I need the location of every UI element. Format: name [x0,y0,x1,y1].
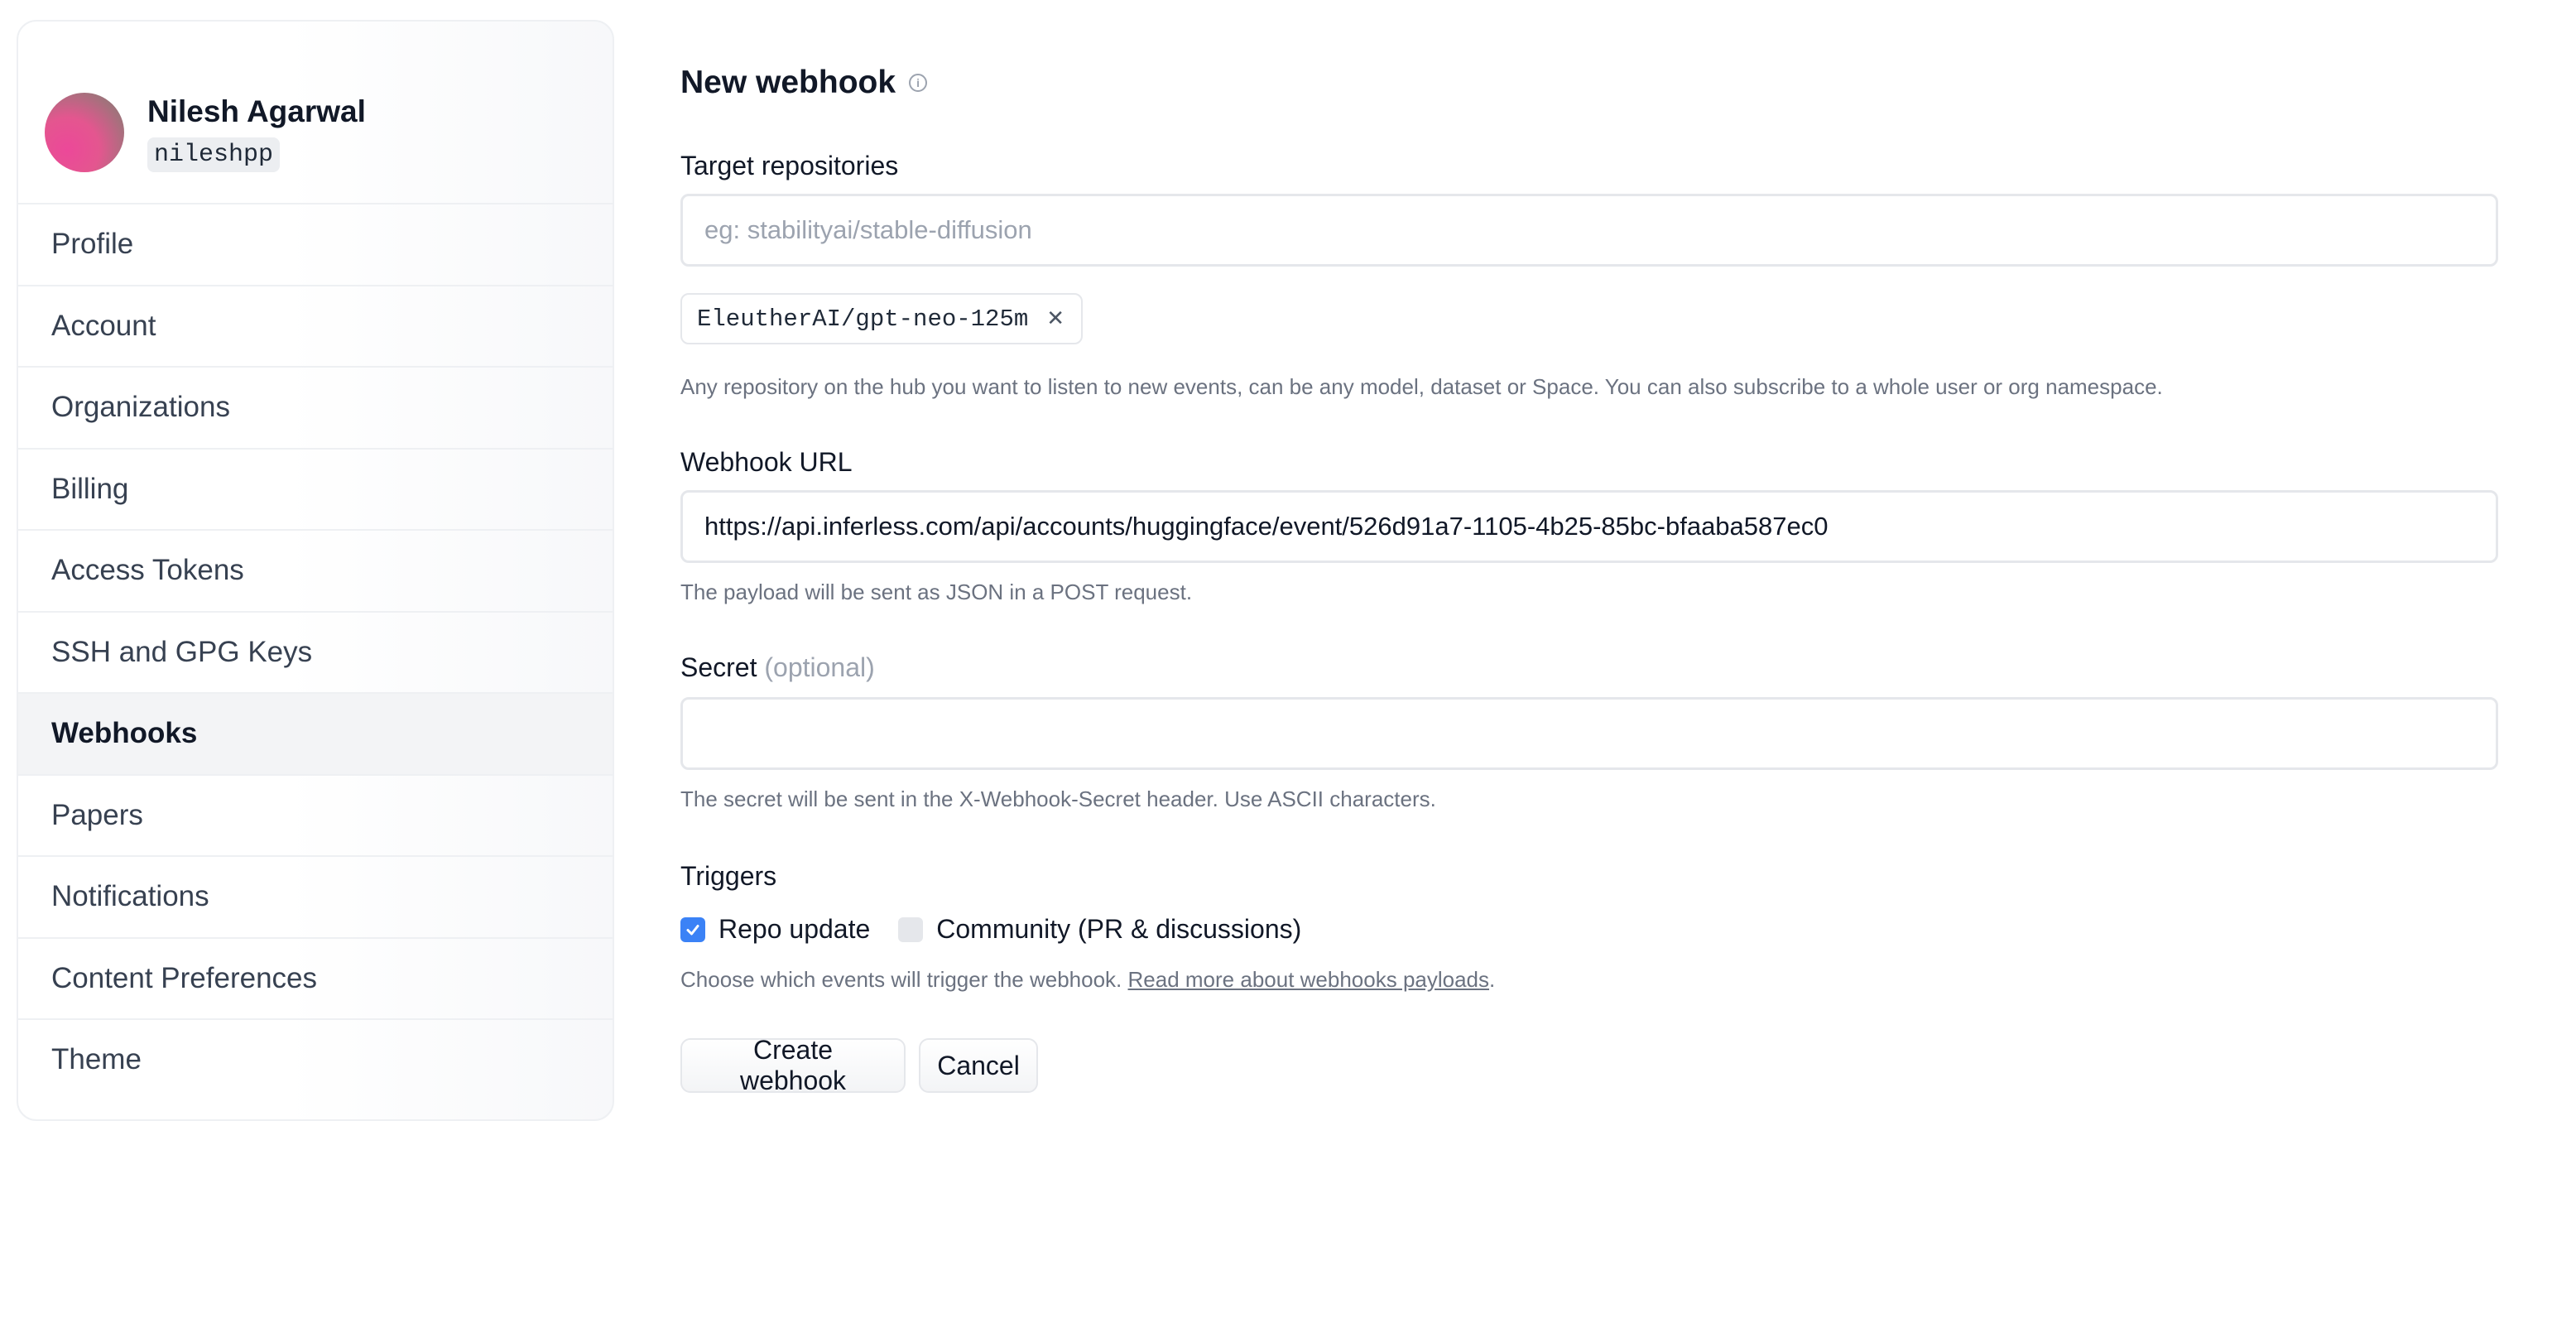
avatar[interactable] [45,93,124,172]
community-checkbox[interactable] [898,916,924,942]
target-repositories-help: Any repository on the hub you want to li… [680,374,2163,399]
webhooks-payloads-link[interactable]: Read more about webhooks payloads [1128,967,1490,992]
info-icon[interactable]: i [909,74,928,92]
triggers-help: Choose which events will trigger the web… [680,967,1495,993]
triggers-help-text: Choose which events will trigger the web… [680,967,1128,992]
webhook-url-label: Webhook URL [680,447,853,477]
repo-update-label[interactable]: Repo update [718,914,870,945]
page-title: New webhook i [680,65,928,101]
sidebar-item-profile[interactable]: Profile [18,203,613,285]
sidebar-item-access-tokens[interactable]: Access Tokens [18,529,613,611]
secret-label: Secret (optional) [680,652,875,683]
settings-nav: Profile Account Organizations Billing Ac… [18,203,613,1100]
user-card: Nilesh Agarwal nileshpp [45,71,591,174]
sidebar-item-notifications[interactable]: Notifications [18,855,613,937]
sidebar-item-ssh-gpg-keys[interactable]: SSH and GPG Keys [18,610,613,693]
sidebar-item-billing[interactable]: Billing [18,447,613,530]
secret-label-text: Secret [680,652,757,682]
checkmark-icon [686,924,699,935]
triggers-help-end: . [1489,967,1496,992]
community-label[interactable]: Community (PR & discussions) [936,914,1301,945]
triggers-group: Repo update Community (PR & discussions) [680,914,1329,945]
target-repositories-label: Target repositories [680,151,899,180]
webhook-url-help: The payload will be sent as JSON in a PO… [680,580,1193,604]
webhook-form: New webhook i Target repositories Eleuth… [680,0,2502,1323]
sidebar-item-content-preferences[interactable]: Content Preferences [18,936,613,1019]
sidebar-item-theme[interactable]: Theme [18,1018,613,1100]
create-webhook-button[interactable]: Create webhook [680,1035,906,1095]
sidebar-item-organizations[interactable]: Organizations [18,366,613,448]
secret-optional-text: (optional) [764,652,875,682]
page-title-text: New webhook [680,65,896,100]
triggers-label: Triggers [680,861,777,891]
sidebar-item-account[interactable]: Account [18,284,613,367]
remove-tag-icon[interactable]: ✕ [1046,306,1065,331]
webhook-url-input[interactable] [680,490,2498,563]
secret-input[interactable] [680,697,2498,770]
sidebar-item-webhooks[interactable]: Webhooks [18,692,613,774]
cancel-button[interactable]: Cancel [919,1038,1038,1093]
sidebar-item-papers[interactable]: Papers [18,773,613,856]
user-handle: nileshpp [147,137,281,172]
settings-sidebar: Nilesh Agarwal nileshpp Profile Account … [17,20,614,1121]
user-name: Nilesh Agarwal [147,94,366,128]
target-repositories-input[interactable] [680,194,2498,267]
repository-tag: EleutherAI/gpt-neo-125m ✕ [680,293,1084,344]
secret-help: The secret will be sent in the X-Webhook… [680,787,1436,811]
repo-update-checkbox[interactable] [680,916,705,942]
repository-tag-label: EleutherAI/gpt-neo-125m [697,305,1029,333]
